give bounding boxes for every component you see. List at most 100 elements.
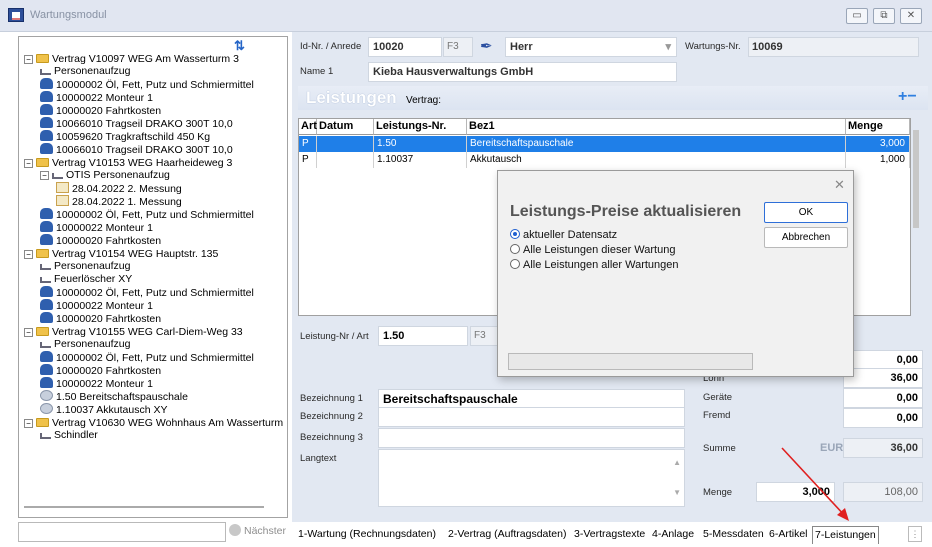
tree-item-label: 10000022 Monteur 1: [56, 300, 153, 312]
window-title: Wartungsmodul: [30, 9, 107, 21]
tab-7[interactable]: 7-Leistungen: [812, 526, 879, 544]
tree-item[interactable]: Schindler: [40, 429, 98, 442]
tree-item[interactable]: 28.04.2022 1. Messung: [56, 195, 182, 208]
tree-item[interactable]: 1.10037 Akkutausch XY: [40, 403, 168, 416]
leistung-nr-field[interactable]: 1.50: [378, 326, 468, 346]
tree-item-label: 10000022 Monteur 1: [56, 378, 153, 390]
menge-field[interactable]: 3,000: [756, 482, 835, 502]
tree-item[interactable]: 10000020 Fahrtkosten: [40, 312, 161, 325]
langtext-field[interactable]: ▲ ▼: [378, 449, 685, 507]
tree-item[interactable]: Personenaufzug: [40, 260, 130, 273]
tree-item-label: 10000020 Fahrtkosten: [56, 105, 162, 117]
table-row[interactable]: P 1.10037 Akkutausch 1,000: [299, 152, 910, 168]
bez2-field[interactable]: [378, 407, 685, 427]
tree-item[interactable]: 1.50 Bereitschaftspauschale: [40, 390, 188, 403]
tree-item[interactable]: − Vertrag V10153 WEG Haarheideweg 3: [24, 156, 232, 169]
maximize-button[interactable]: ⧉: [873, 8, 895, 24]
minimize-button[interactable]: ▭: [846, 8, 868, 24]
person-icon: [40, 234, 53, 245]
collapse-icon[interactable]: −: [24, 250, 33, 259]
col-bez1[interactable]: Bez1: [467, 119, 846, 135]
collapse-icon[interactable]: −: [24, 159, 33, 168]
tree-item-label: 10000020 Fahrtkosten: [56, 365, 162, 377]
f3-lookup-button[interactable]: F3: [443, 37, 473, 57]
tree-item[interactable]: − Vertrag V10097 WEG Am Wasserturm 3: [24, 52, 239, 65]
close-button[interactable]: ✕: [900, 8, 922, 24]
grid-scrollbar[interactable]: [913, 130, 919, 228]
radio-icon[interactable]: [510, 244, 520, 254]
tree-item[interactable]: − Vertrag V10630 WEG Wohnhaus Am Wassertu…: [24, 416, 283, 429]
tab-3[interactable]: 3-Vertragstexte: [572, 526, 647, 544]
ok-button[interactable]: OK: [764, 202, 848, 223]
radio-selected-icon[interactable]: [510, 229, 520, 239]
option-all-services[interactable]: Alle Leistungen aller Wartungen: [510, 259, 679, 271]
tab-4[interactable]: 4-Anlage: [650, 526, 696, 544]
tree-item[interactable]: 10000020 Fahrtkosten: [40, 104, 161, 117]
tree-item[interactable]: 10000002 Öl, Fett, Putz und Schmiermitte…: [40, 208, 254, 221]
langtext-label: Langtext: [300, 453, 337, 464]
col-art[interactable]: Art: [299, 119, 317, 135]
geraete-value: 0,00: [843, 388, 923, 408]
cell-menge: 3,000: [846, 136, 910, 152]
close-icon[interactable]: ✕: [834, 177, 845, 193]
edit-pen-icon[interactable]: ✒: [480, 37, 493, 55]
bez3-field[interactable]: [378, 428, 685, 448]
tree-item[interactable]: − OTIS Personenaufzug: [40, 169, 170, 182]
collapse-icon[interactable]: −: [24, 55, 33, 64]
radio-icon[interactable]: [510, 259, 520, 269]
id-field[interactable]: 10020: [368, 37, 442, 57]
search-input[interactable]: [18, 522, 226, 542]
tree-item[interactable]: − Vertrag V10155 WEG Carl-Diem-Weg 33: [24, 325, 243, 338]
tree-item[interactable]: 10000020 Fahrtkosten: [40, 364, 161, 377]
col-nr[interactable]: Leistungs-Nr.: [374, 119, 467, 135]
tree-item[interactable]: 28.04.2022 2. Messung: [56, 182, 182, 195]
tree-item[interactable]: 10000002 Öl, Fett, Putz und Schmiermitte…: [40, 351, 254, 364]
scroll-up-icon[interactable]: ▲: [673, 454, 681, 472]
tab-2[interactable]: 2-Vertrag (Auftragsdaten): [446, 526, 568, 544]
add-remove-icon[interactable]: +−: [898, 88, 917, 106]
scroll-down-icon[interactable]: ▼: [673, 484, 681, 502]
person-icon: [40, 351, 53, 362]
progress-bar: [508, 353, 753, 370]
col-menge[interactable]: Menge: [846, 119, 910, 135]
tab-1[interactable]: 1-Wartung (Rechnungsdaten): [296, 526, 438, 544]
name-field[interactable]: Kieba Hausverwaltungs GmbH: [368, 62, 677, 82]
option-label: aktueller Datensatz: [523, 229, 618, 241]
f3-lookup-button-2[interactable]: F3: [470, 326, 498, 346]
tree-item[interactable]: 10000022 Monteur 1: [40, 91, 153, 104]
tree-item[interactable]: Personenaufzug: [40, 65, 130, 78]
tree-item-label: 10000022 Monteur 1: [56, 92, 153, 104]
tree-item[interactable]: Personenaufzug: [40, 338, 130, 351]
collapse-icon[interactable]: −: [24, 328, 33, 337]
tree-item[interactable]: 10066010 Tragseil DRAKO 300T 10,0: [40, 143, 233, 156]
tree-item[interactable]: 10000002 Öl, Fett, Putz und Schmiermitte…: [40, 286, 254, 299]
tree-item[interactable]: 10000022 Monteur 1: [40, 221, 153, 234]
next-button[interactable]: Nächster: [229, 522, 289, 542]
cancel-button[interactable]: Abbrechen: [764, 227, 848, 248]
tree-item[interactable]: 10066010 Tragseil DRAKO 300T 10,0: [40, 117, 233, 130]
table-row[interactable]: P 1.50 Bereitschaftspauschale 3,000: [299, 136, 910, 152]
tree-item[interactable]: Feuerlöscher XY: [40, 273, 132, 286]
tree-item-label: 1.10037 Akkutausch XY: [56, 404, 168, 416]
tree-item[interactable]: 10059620 Tragkraftschild 450 Kg: [40, 130, 210, 143]
tab-scroll-icon[interactable]: ⋮: [908, 526, 922, 542]
option-current-record[interactable]: aktueller Datensatz: [510, 229, 617, 241]
tree-item[interactable]: 10000022 Monteur 1: [40, 299, 153, 312]
collapse-icon[interactable]: −: [24, 419, 33, 428]
tree-scrollbar[interactable]: [24, 506, 264, 508]
tab-5[interactable]: 5-Messdaten: [701, 526, 766, 544]
leistung-nr-label: Leistung-Nr / Art: [300, 331, 369, 342]
collapse-icon[interactable]: −: [40, 171, 49, 180]
cell-bez: Akkutausch: [467, 152, 846, 168]
tree-item-label: 1.50 Bereitschaftspauschale: [56, 391, 188, 403]
tab-6[interactable]: 6-Artikel: [767, 526, 810, 544]
tree-item[interactable]: 10000020 Fahrtkosten: [40, 234, 161, 247]
tree-item[interactable]: 10000002 Öl, Fett, Putz und Schmiermitte…: [40, 78, 254, 91]
tree-item[interactable]: 10000022 Monteur 1: [40, 377, 153, 390]
col-datum[interactable]: Datum: [317, 119, 374, 135]
anrede-value: Herr: [510, 41, 533, 53]
anrede-select[interactable]: Herr ▾: [505, 37, 677, 57]
option-this-service[interactable]: Alle Leistungen dieser Wartung: [510, 244, 675, 256]
tree-item[interactable]: − Vertrag V10154 WEG Hauptstr. 135: [24, 247, 218, 260]
bez1-field[interactable]: Bereitschaftspauschale: [378, 389, 685, 409]
